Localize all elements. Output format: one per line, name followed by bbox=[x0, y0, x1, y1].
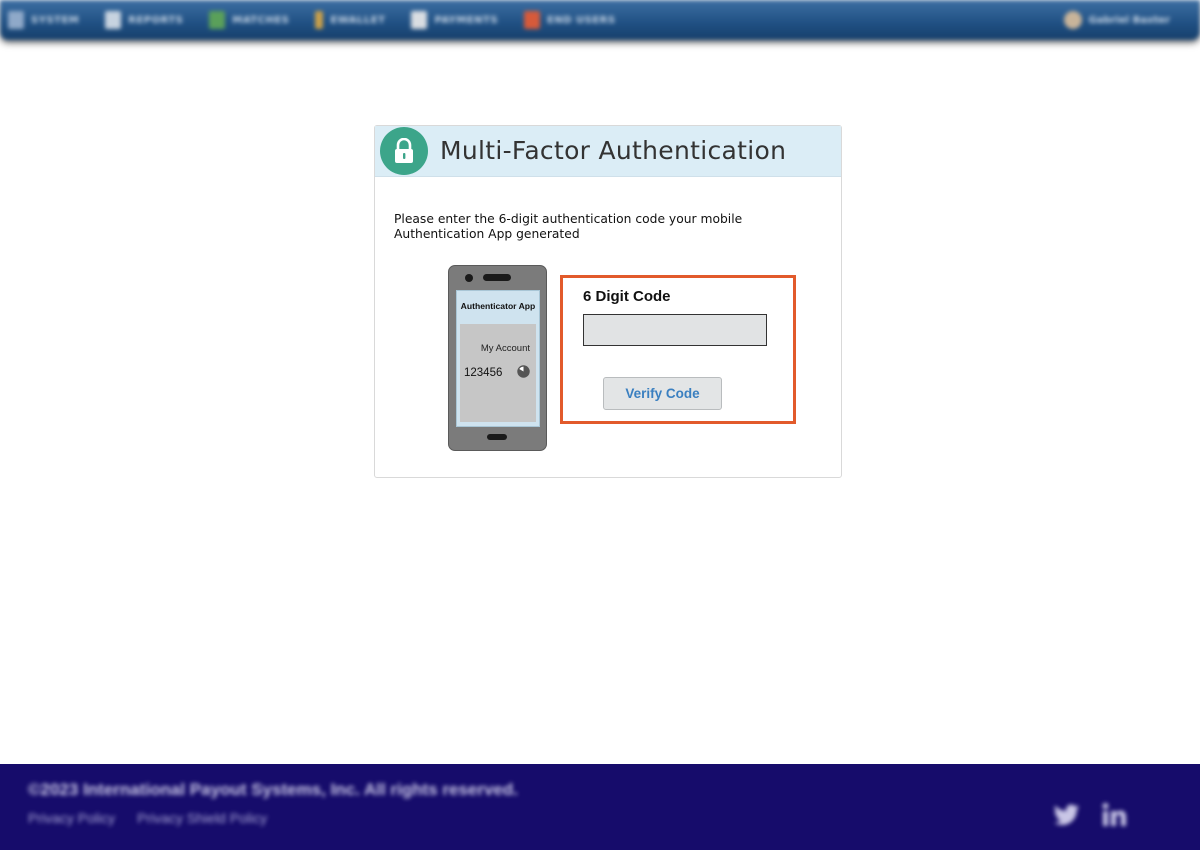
card-header: Multi-Factor Authentication bbox=[375, 126, 841, 177]
nav-item-label: REPORTS bbox=[128, 14, 184, 26]
user-name: Gabriel Baxter bbox=[1088, 14, 1170, 26]
copyright-text: ©2023 International Payout Systems, Inc.… bbox=[28, 780, 518, 799]
code-input[interactable] bbox=[583, 314, 767, 346]
end-users-icon bbox=[524, 11, 541, 29]
authenticator-account-name: My Account bbox=[480, 343, 530, 354]
instructions-text: Please enter the 6-digit authentication … bbox=[394, 212, 743, 241]
nav-item-label: SYSTEM bbox=[31, 14, 80, 26]
nav-item-ewallet[interactable]: EWALLET bbox=[315, 11, 385, 29]
code-field-label: 6 Digit Code bbox=[583, 288, 671, 305]
nav-item-label: END USERS bbox=[547, 14, 616, 26]
footer-content: ©2023 International Payout Systems, Inc.… bbox=[0, 764, 1200, 850]
code-entry-panel: 6 Digit Code Verify Code bbox=[560, 275, 796, 424]
twitter-icon[interactable] bbox=[1052, 800, 1082, 830]
phone-screen: Authenticator App My Account 123456 bbox=[456, 290, 540, 427]
lock-icon bbox=[380, 127, 428, 175]
mfa-card: Multi-Factor Authentication Please enter… bbox=[374, 125, 842, 478]
authenticator-app-title: Authenticator App bbox=[460, 301, 536, 311]
verify-code-button[interactable]: Verify Code bbox=[603, 377, 722, 410]
nav-item-matches[interactable]: MATCHES bbox=[209, 11, 289, 29]
nav-item-system[interactable]: SYSTEM bbox=[8, 11, 79, 29]
footer-links: Privacy Policy Privacy Shield Policy bbox=[28, 810, 289, 826]
nav-item-end-users[interactable]: END USERS bbox=[524, 11, 616, 29]
timer-icon bbox=[517, 365, 530, 378]
footer: ©2023 International Payout Systems, Inc.… bbox=[0, 764, 1200, 850]
nav-item-reports[interactable]: REPORTS bbox=[105, 11, 183, 29]
privacy-shield-policy-link[interactable]: Privacy Shield Policy bbox=[137, 810, 267, 826]
linkedin-icon[interactable] bbox=[1100, 800, 1130, 830]
reports-icon bbox=[105, 11, 122, 29]
nav-item-label: EWALLET bbox=[330, 14, 386, 26]
phone-speaker bbox=[483, 274, 511, 281]
nav-item-label: MATCHES bbox=[232, 14, 290, 26]
page-title: Multi-Factor Authentication bbox=[440, 136, 787, 165]
authenticator-sample-code: 123456 bbox=[464, 367, 503, 379]
system-icon bbox=[8, 11, 24, 29]
matches-icon bbox=[209, 11, 226, 29]
user-avatar-icon bbox=[1063, 11, 1082, 29]
phone-illustration: Authenticator App My Account 123456 bbox=[448, 265, 547, 451]
payments-icon bbox=[411, 11, 428, 29]
nav-item-label: PAYMENTS bbox=[434, 14, 499, 26]
privacy-policy-link[interactable]: Privacy Policy bbox=[28, 810, 115, 826]
phone-camera bbox=[465, 274, 473, 282]
user-menu[interactable]: Gabriel Baxter bbox=[1063, 0, 1170, 40]
phone-home-button bbox=[487, 434, 507, 440]
top-navigation-bar: SYSTEM REPORTS MATCHES EWALLET PAYMENTS … bbox=[0, 0, 1200, 40]
ewallet-icon bbox=[315, 11, 324, 29]
authenticator-account-panel: My Account 123456 bbox=[460, 324, 536, 422]
nav-item-payments[interactable]: PAYMENTS bbox=[411, 11, 498, 29]
main-nav: SYSTEM REPORTS MATCHES EWALLET PAYMENTS … bbox=[8, 0, 642, 40]
